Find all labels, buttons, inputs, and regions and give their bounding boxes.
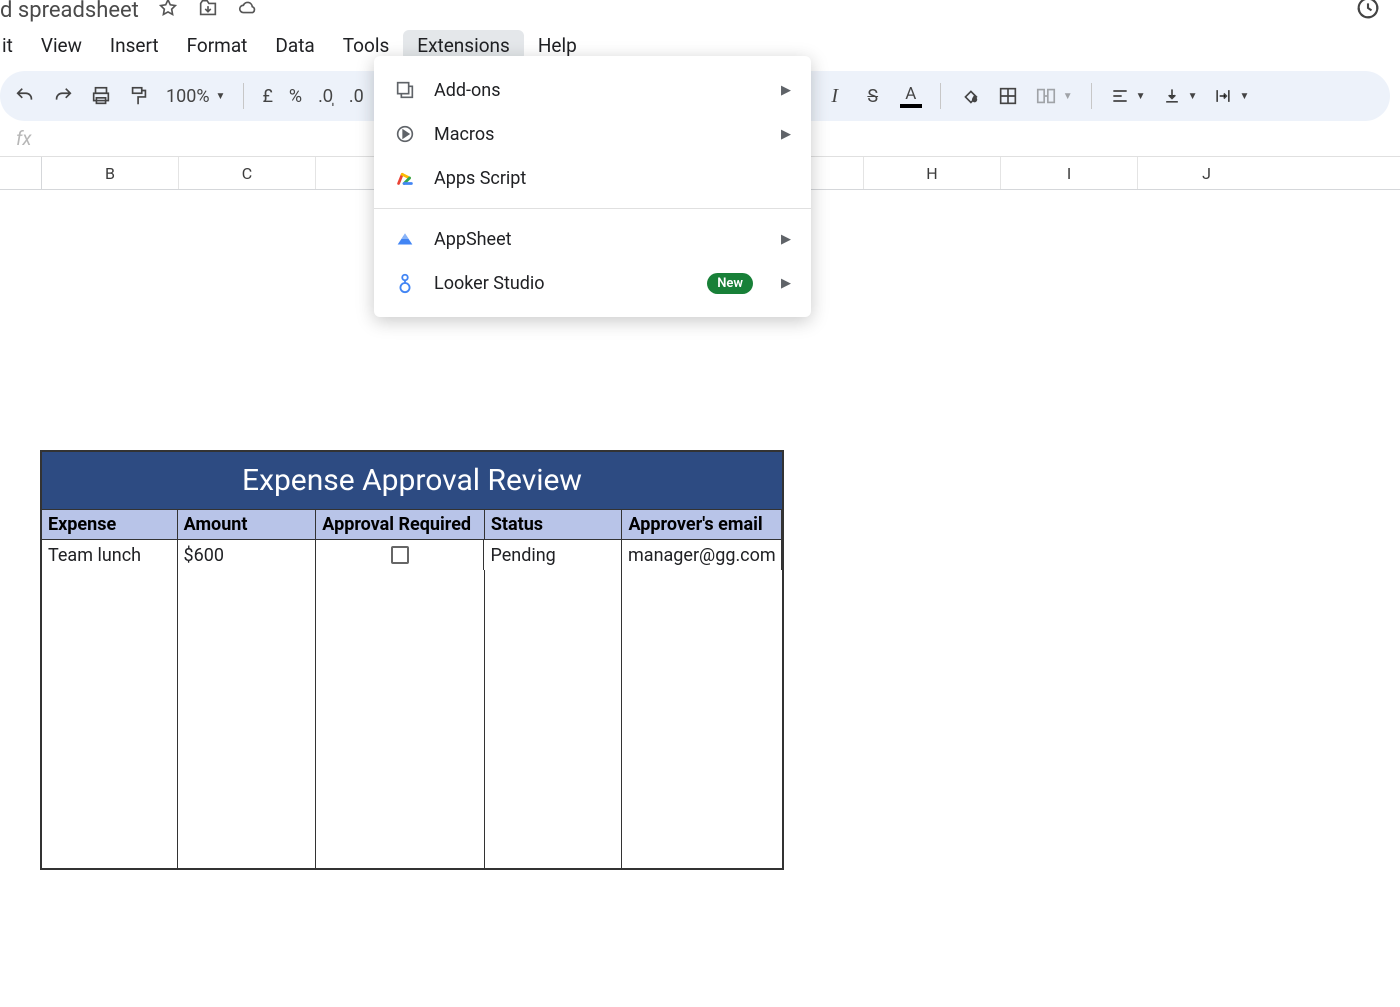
- fx-icon: fx: [0, 127, 48, 150]
- col-expense: Expense: [42, 510, 178, 539]
- menu-item-appsheet[interactable]: AppSheet ▶: [374, 217, 811, 261]
- history-icon[interactable]: [1354, 0, 1382, 26]
- new-badge: New: [707, 273, 753, 294]
- col-amount: Amount: [178, 510, 317, 539]
- star-icon[interactable]: [157, 0, 179, 23]
- col-header[interactable]: J: [1138, 157, 1275, 189]
- col-email: Approver's email: [622, 510, 782, 539]
- increase-decimal-button[interactable]: .0: [343, 86, 370, 107]
- menu-label: Macros: [434, 124, 494, 145]
- col-header[interactable]: I: [1001, 157, 1138, 189]
- submenu-arrow-icon: ▶: [781, 276, 791, 291]
- apps-script-icon: [394, 167, 416, 189]
- col-header[interactable]: C: [179, 157, 316, 189]
- merge-cells-button[interactable]: ▼: [1029, 85, 1079, 107]
- cell-approval[interactable]: [316, 540, 484, 570]
- col-header[interactable]: H: [864, 157, 1001, 189]
- menu-item-macros[interactable]: Macros ▶: [374, 112, 811, 156]
- strikethrough-button[interactable]: S: [856, 79, 890, 113]
- move-icon[interactable]: [197, 0, 219, 23]
- zoom-select[interactable]: 100%▼: [160, 86, 231, 107]
- submenu-arrow-icon: ▶: [781, 232, 791, 247]
- text-color-button[interactable]: A: [894, 79, 928, 113]
- currency-button[interactable]: £: [256, 86, 278, 107]
- cell-status[interactable]: Pending: [484, 540, 622, 570]
- horizontal-align-button[interactable]: ▼: [1104, 86, 1152, 106]
- percent-button[interactable]: %: [283, 86, 308, 107]
- print-icon[interactable]: [84, 79, 118, 113]
- extensions-dropdown: Add-ons ▶ Macros ▶ Apps Script AppSheet …: [374, 56, 811, 317]
- decrease-decimal-button[interactable]: .0̩: [312, 86, 339, 107]
- menu-label: Looker Studio: [434, 273, 545, 294]
- cell-email[interactable]: manager@gg.com: [622, 540, 782, 570]
- menu-item-apps-script[interactable]: Apps Script: [374, 156, 811, 200]
- paint-format-icon[interactable]: [122, 79, 156, 113]
- table-header-row: Expense Amount Approval Required Status …: [42, 510, 782, 540]
- cloud-status-icon[interactable]: [237, 0, 259, 23]
- cell-expense[interactable]: Team lunch: [42, 540, 178, 570]
- checkbox-icon[interactable]: [391, 546, 409, 564]
- text-wrap-button[interactable]: ▼: [1207, 86, 1255, 106]
- borders-button[interactable]: [991, 79, 1025, 113]
- menu-item-looker-studio[interactable]: Looker Studio New ▶: [374, 261, 811, 305]
- cell-amount[interactable]: $600: [178, 540, 317, 570]
- vertical-align-button[interactable]: ▼: [1156, 86, 1204, 106]
- menu-edit[interactable]: it: [0, 30, 27, 61]
- document-title[interactable]: d spreadsheet: [0, 0, 139, 23]
- menu-view[interactable]: View: [27, 30, 96, 61]
- menu-format[interactable]: Format: [173, 30, 262, 61]
- menu-item-addons[interactable]: Add-ons ▶: [374, 68, 811, 112]
- col-approval: Approval Required: [316, 510, 485, 539]
- appsheet-icon: [394, 228, 416, 250]
- undo-icon[interactable]: [8, 79, 42, 113]
- menu-label: Add-ons: [434, 80, 501, 101]
- menu-insert[interactable]: Insert: [96, 30, 173, 61]
- macro-icon: [394, 123, 416, 145]
- redo-icon[interactable]: [46, 79, 80, 113]
- menu-label: Apps Script: [434, 168, 526, 189]
- addons-icon: [394, 79, 416, 101]
- table-title: Expense Approval Review: [42, 452, 782, 510]
- submenu-arrow-icon: ▶: [781, 83, 791, 98]
- expense-table: Expense Approval Review Expense Amount A…: [40, 450, 784, 870]
- fill-color-button[interactable]: [953, 79, 987, 113]
- menu-label: AppSheet: [434, 229, 512, 250]
- menu-data[interactable]: Data: [261, 30, 328, 61]
- looker-icon: [394, 272, 416, 294]
- col-header[interactable]: B: [42, 157, 179, 189]
- submenu-arrow-icon: ▶: [781, 127, 791, 142]
- col-status: Status: [485, 510, 623, 539]
- select-all-corner[interactable]: [0, 157, 42, 189]
- italic-button[interactable]: I: [818, 79, 852, 113]
- table-row: Team lunch $600 Pending manager@gg.com: [42, 540, 782, 570]
